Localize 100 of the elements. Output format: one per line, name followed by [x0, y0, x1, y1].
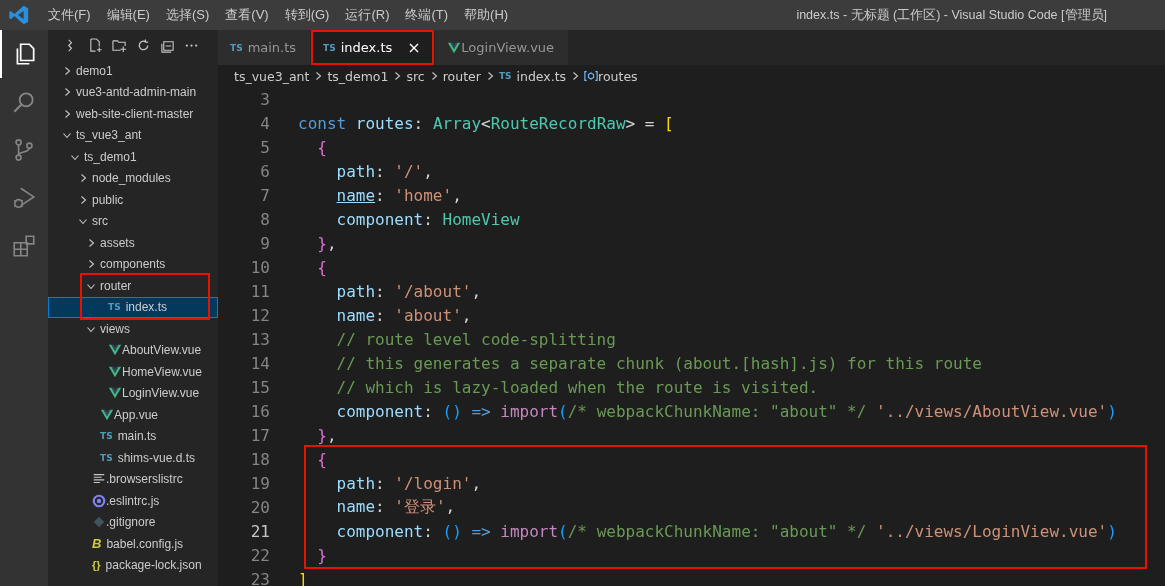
item-label: shims-vue.d.ts	[117, 450, 195, 465]
folder-item[interactable]: router	[48, 275, 218, 297]
code-line: }	[316, 545, 327, 565]
line-number: 23	[249, 569, 270, 586]
code-line: {	[316, 257, 327, 277]
folder-item[interactable]: ts_demo1	[48, 146, 218, 168]
file-item[interactable]: .gitignore	[48, 511, 218, 533]
close-icon[interactable]	[408, 41, 421, 54]
line-number: 18	[249, 449, 270, 469]
breadcrumb-item[interactable]: src	[406, 68, 425, 84]
code-line: const routes: Array<RouteRecordRaw> = [	[298, 113, 674, 133]
item-label: assets	[100, 235, 135, 250]
line-number: 17	[249, 425, 270, 445]
file-item[interactable]: .eslintrc.js	[48, 490, 218, 512]
editor-tab[interactable]: TS main.ts	[218, 30, 312, 65]
folder-item[interactable]: web-site-client-master	[48, 103, 218, 125]
symbol-icon	[584, 69, 599, 83]
code-line: component: () => import(/* webpackChunkName: "about" */ '../views/LoginView.vue')	[335, 521, 1117, 541]
line-number: 11	[249, 281, 270, 301]
code-line: name: 'about',	[335, 305, 472, 325]
menu-item[interactable]: 编辑(E)	[100, 6, 156, 24]
refresh-icon[interactable]	[136, 37, 151, 53]
item-label: AboutView.vue	[122, 343, 202, 358]
editor-tab[interactable]: LoginView.vue	[435, 30, 570, 65]
folder-item[interactable]: public	[48, 189, 218, 211]
circle-file-icon	[92, 493, 106, 508]
app-logo-icon	[8, 4, 30, 26]
line-number: 5	[259, 137, 270, 157]
folder-item[interactable]: demo1	[48, 60, 218, 82]
menu-item[interactable]: 运行(R)	[339, 6, 396, 24]
code-line: ]	[298, 569, 308, 586]
line-number: 7	[259, 185, 270, 205]
code-line: // this generates a separate chunk (about.[hash].js) for this route	[335, 353, 982, 373]
breadcrumb-item[interactable]: ts_demo1	[327, 68, 389, 84]
play-bug-icon	[11, 185, 37, 211]
code-line: {	[316, 449, 327, 469]
folder-item[interactable]: src	[48, 210, 218, 232]
new-file-icon[interactable]	[88, 37, 103, 53]
file-item[interactable]: TS main.ts	[48, 425, 218, 447]
ts-file-icon: TS	[100, 431, 113, 442]
extensions-icon	[11, 233, 37, 259]
item-label: vue3-antd-admin-main	[76, 85, 197, 100]
line-number: 20	[249, 497, 270, 517]
folder-item[interactable]: assets	[48, 232, 218, 254]
item-label: index.ts	[125, 300, 167, 315]
code-line: },	[316, 425, 337, 445]
ts-file-icon: TS	[100, 452, 113, 463]
folder-item[interactable]: views	[48, 318, 218, 340]
chevron-right-icon	[392, 71, 403, 81]
json-file-icon: {}	[92, 559, 101, 572]
code-line: path: '/login',	[335, 473, 482, 493]
line-number: 12	[249, 305, 270, 325]
item-label: demo1	[76, 63, 113, 78]
file-item[interactable]: HomeView.vue	[48, 361, 218, 383]
item-label: LoginView.vue	[122, 386, 200, 401]
folder-item[interactable]: ts_vue3_ant	[48, 124, 218, 146]
vue-file-icon	[447, 40, 462, 55]
file-item[interactable]: {} package-lock.json	[48, 554, 218, 576]
ts-file-icon: TS	[323, 42, 336, 53]
code-line: // route level code-splitting	[335, 329, 616, 349]
breadcrumb-item[interactable]: router	[442, 68, 481, 84]
file-item[interactable]: TS index.ts	[48, 296, 218, 318]
item-label: components	[100, 257, 166, 272]
menu-item[interactable]: 文件(F)	[42, 6, 97, 24]
vue-file-icon	[100, 407, 114, 422]
item-label: public	[92, 192, 124, 207]
menu-item[interactable]: 选择(S)	[159, 6, 216, 24]
vue-file-icon	[108, 364, 122, 379]
code-line: {	[316, 137, 327, 157]
line-number: 9	[259, 233, 270, 253]
breadcrumb-item[interactable]: routes	[598, 68, 638, 84]
file-item[interactable]: LoginView.vue	[48, 382, 218, 404]
breadcrumb-item[interactable]: index.ts	[516, 68, 567, 84]
folder-item[interactable]: node_modules	[48, 167, 218, 189]
new-folder-icon[interactable]	[112, 37, 127, 53]
menu-item[interactable]: 转到(G)	[278, 6, 336, 24]
line-number: 22	[249, 545, 270, 565]
menu-item[interactable]: 查看(V)	[219, 6, 275, 24]
breadcrumb-item[interactable]: ts_vue3_ant	[234, 68, 310, 84]
item-label: web-site-client-master	[76, 106, 194, 121]
item-label: src	[92, 214, 108, 229]
search-icon	[11, 89, 37, 115]
item-label: ts_demo1	[84, 149, 137, 164]
code-line: path: '/about',	[335, 281, 482, 301]
file-item[interactable]: B babel.config.js	[48, 533, 218, 555]
file-item[interactable]: TS shims-vue.d.ts	[48, 447, 218, 469]
item-label: HomeView.vue	[122, 364, 202, 379]
file-item[interactable]: AboutView.vue	[48, 339, 218, 361]
folder-item[interactable]: components	[48, 253, 218, 275]
menu-item[interactable]: 终端(T)	[399, 6, 455, 24]
menu-item[interactable]: 帮助(H)	[458, 6, 515, 24]
folder-item[interactable]: vue3-antd-admin-main	[48, 81, 218, 103]
editor-tab[interactable]: TS index.ts	[311, 30, 436, 65]
ts-file-icon: TS	[230, 42, 243, 53]
file-item[interactable]: .browserslistrc	[48, 468, 218, 490]
item-label: babel.config.js	[106, 536, 184, 551]
code-line: },	[316, 233, 337, 253]
item-label: App.vue	[114, 407, 159, 422]
line-number: 8	[259, 209, 270, 229]
file-item[interactable]: App.vue	[48, 404, 218, 426]
